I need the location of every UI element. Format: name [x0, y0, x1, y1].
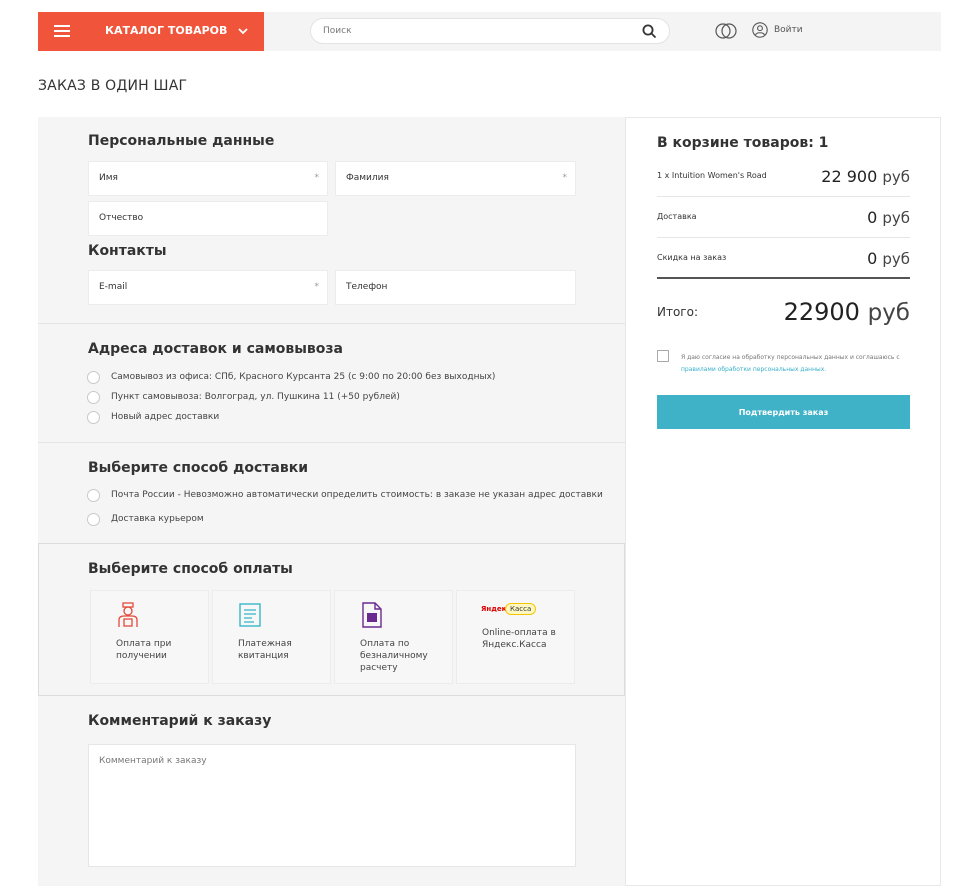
- confirm-order-button[interactable]: Подтвердить заказ: [657, 395, 910, 429]
- delivery-cost: 0 руб: [867, 208, 910, 227]
- search-box: [310, 18, 670, 44]
- delivery-section: Выберите способ доставки Почта России - …: [38, 443, 625, 543]
- required-mark: *: [562, 173, 568, 183]
- price-value: 0: [867, 249, 878, 268]
- radio-button[interactable]: [87, 391, 100, 404]
- delivery-option-label: Доставка курьером: [111, 514, 204, 524]
- invoice-icon: [362, 602, 382, 628]
- order-form: Персональные данные Имя * Фамилия * Отче…: [38, 117, 625, 886]
- chevron-down-icon: [238, 28, 248, 35]
- address-option-label: Самовывоз из офиса: СПб, Красного Курсан…: [111, 372, 496, 382]
- price-value: 22 900: [821, 167, 878, 186]
- comment-title: Комментарий к заказу: [88, 713, 272, 729]
- delivery-cost-row: Доставка 0 руб: [657, 198, 910, 238]
- payment-title: Выберите способ оплаты: [88, 561, 293, 577]
- payment-option-label: Оплата при получении: [116, 639, 172, 661]
- payment-section: Выберите способ оплаты Оплата при получе…: [38, 543, 625, 696]
- consent-text: Я даю согласие на обработку персональных…: [681, 352, 913, 376]
- payment-option-cash[interactable]: Оплата при получении: [90, 590, 209, 684]
- cart-title: В корзине товаров: 1: [657, 135, 829, 151]
- required-mark: *: [314, 282, 320, 292]
- contacts-title: Контакты: [88, 243, 167, 259]
- cart-item-price: 22 900 руб: [821, 167, 910, 186]
- compare-icon[interactable]: [715, 22, 737, 40]
- delivery-title: Выберите способ доставки: [88, 460, 309, 476]
- phone-label: Телефон: [346, 282, 388, 292]
- payment-option-label: Платежная квитанция: [238, 639, 292, 661]
- discount-value: 0 руб: [867, 249, 910, 268]
- search-icon[interactable]: [642, 24, 657, 39]
- user-icon: [752, 22, 768, 38]
- address-option-label: Новый адрес доставки: [111, 412, 220, 422]
- consent-checkbox[interactable]: [657, 350, 669, 362]
- email-label: E-mail: [99, 282, 128, 292]
- radio-button[interactable]: [87, 513, 100, 526]
- phone-field[interactable]: Телефон: [335, 270, 576, 305]
- order-total: Итого: 22900 руб: [657, 298, 910, 328]
- payment-option-receipt[interactable]: Платежная квитанция: [212, 590, 331, 684]
- page-title: ЗАКАЗ В ОДИН ШАГ: [38, 78, 188, 94]
- menu-icon: [54, 25, 70, 37]
- delivery-option-label: Почта России - Невозможно автоматически …: [111, 490, 603, 500]
- privacy-rules-link[interactable]: правилами обработки персональных данных.: [681, 366, 826, 373]
- required-mark: *: [314, 173, 320, 183]
- comment-textarea[interactable]: [88, 744, 576, 867]
- cart-item-label: 1 x Intuition Women's Road: [657, 171, 767, 180]
- first-name-field[interactable]: Имя *: [88, 161, 328, 196]
- cart-item-row: 1 x Intuition Women's Road 22 900 руб: [657, 157, 910, 197]
- payment-option-label: Оплата по безналичному расчету: [360, 639, 428, 673]
- receipt-icon: [239, 603, 261, 627]
- top-bar: КАТАЛОГ ТОВАРОВ Войти: [38, 12, 941, 51]
- consent-label: Я даю согласие на обработку персональных…: [681, 354, 900, 361]
- currency: руб: [882, 209, 910, 227]
- payment-option-invoice[interactable]: Оплата по безналичному расчету: [334, 590, 453, 684]
- personal-section: Персональные данные Имя * Фамилия * Отче…: [38, 117, 625, 324]
- total-value: 22900 руб: [784, 298, 910, 326]
- currency: руб: [867, 300, 910, 326]
- last-name-field[interactable]: Фамилия *: [335, 161, 576, 196]
- payment-option-yandex[interactable]: Яндекс Касса Online-оплата в Яндекс.Касс…: [456, 590, 575, 684]
- last-name-label: Фамилия: [346, 173, 389, 183]
- currency: руб: [882, 250, 910, 268]
- courier-icon: [118, 602, 138, 627]
- total-label: Итого:: [657, 305, 698, 319]
- search-input[interactable]: [323, 23, 623, 39]
- login-label: Войти: [774, 25, 803, 35]
- radio-button[interactable]: [87, 371, 100, 384]
- address-section: Адреса доставок и самовывоза Самовывоз и…: [38, 324, 625, 443]
- discount-row: Скидка на заказ 0 руб: [657, 239, 910, 279]
- catalog-button[interactable]: КАТАЛОГ ТОВАРОВ: [38, 12, 264, 51]
- discount-label: Скидка на заказ: [657, 253, 727, 262]
- cart-summary: В корзине товаров: 1 1 x Intuition Women…: [625, 117, 941, 886]
- delivery-cost-label: Доставка: [657, 212, 697, 221]
- price-value: 0: [867, 208, 878, 227]
- catalog-label: КАТАЛОГ ТОВАРОВ: [105, 24, 228, 37]
- total-amount: 22900: [783, 298, 860, 326]
- address-option-label: Пункт самовывоза: Волгоград, ул. Пушкина…: [111, 392, 400, 402]
- patronymic-field[interactable]: Отчество: [88, 201, 328, 236]
- patronymic-label: Отчество: [99, 213, 144, 223]
- kassa-logo-text: Касса: [505, 603, 537, 615]
- address-title: Адреса доставок и самовывоза: [88, 341, 343, 357]
- personal-title: Персональные данные: [88, 133, 275, 149]
- first-name-label: Имя: [99, 173, 118, 183]
- radio-button[interactable]: [87, 411, 100, 424]
- payment-option-label: Online-оплата в Яндекс.Касса: [482, 628, 556, 650]
- radio-button[interactable]: [87, 489, 100, 502]
- currency: руб: [882, 168, 910, 186]
- email-field[interactable]: E-mail *: [88, 270, 328, 305]
